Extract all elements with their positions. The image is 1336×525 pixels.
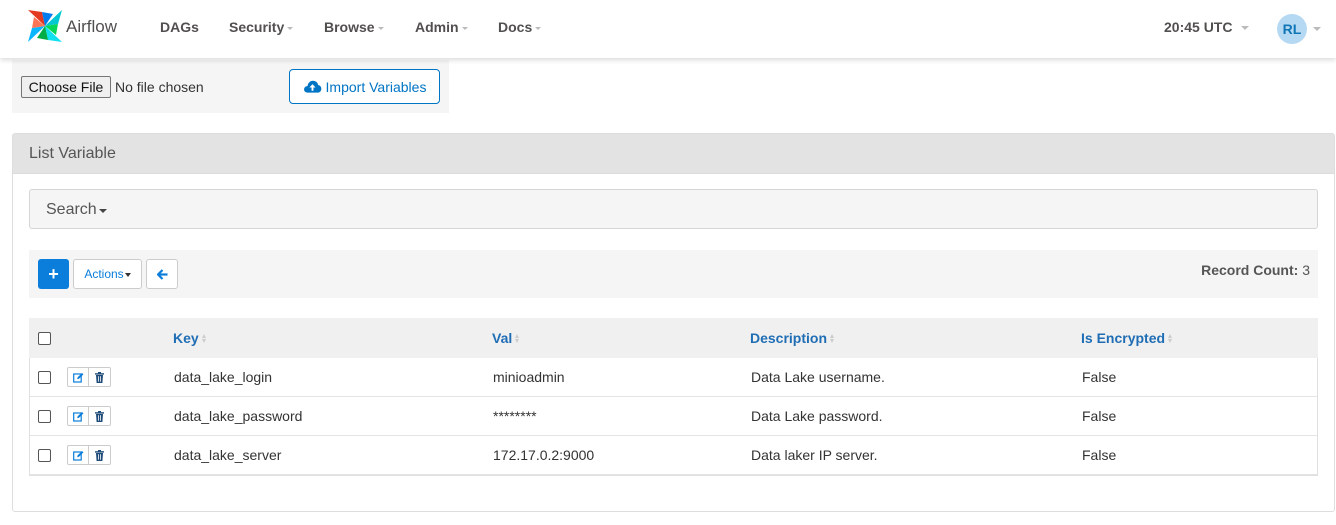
record-count: Record Count: 3 — [1201, 262, 1310, 278]
cell-val: 172.17.0.2:9000 — [493, 447, 595, 463]
search-panel: Search — [29, 189, 1318, 229]
table-header: Key Val Description Is Encrypted — [29, 318, 1318, 358]
variables-table: Key Val Description Is Encrypted data_la… — [29, 318, 1318, 476]
arrow-left-icon — [156, 268, 167, 280]
nav-admin[interactable]: Admin — [415, 19, 468, 35]
column-header-key[interactable]: Key — [173, 330, 206, 346]
cell-description: Data laker IP server. — [751, 447, 878, 463]
trash-icon — [95, 410, 104, 422]
cell-val: minioadmin — [493, 369, 565, 385]
cell-key: data_lake_password — [174, 408, 303, 424]
table-row: data_lake_server 172.17.0.2:9000 Data la… — [30, 436, 1317, 475]
edit-button[interactable] — [67, 367, 89, 387]
file-status-text: No file chosen — [115, 79, 204, 95]
delete-button[interactable] — [89, 367, 111, 387]
sort-icon — [1168, 333, 1173, 343]
list-toolbar: + Actions Record Count: 3 — [29, 250, 1318, 298]
sort-icon — [201, 333, 206, 343]
search-toggle[interactable]: Search — [46, 201, 107, 219]
avatar[interactable]: RL — [1277, 14, 1307, 44]
brand-name: Airflow — [66, 17, 118, 36]
row-checkbox[interactable] — [38, 409, 51, 423]
add-record-button[interactable]: + — [38, 259, 69, 289]
nav-dags[interactable]: DAGs — [160, 19, 199, 35]
edit-icon — [72, 372, 83, 383]
panel-heading: List Variable — [13, 134, 1334, 174]
list-variable-panel: List Variable Search + Actions Record Co… — [12, 133, 1335, 512]
page-title: List Variable — [29, 145, 116, 162]
column-header-description[interactable]: Description — [750, 330, 835, 346]
chevron-down-icon — [377, 26, 384, 30]
edit-button[interactable] — [67, 445, 89, 465]
nav-browse[interactable]: Browse — [324, 19, 384, 35]
cell-key: data_lake_login — [174, 369, 273, 385]
cell-is-encrypted: False — [1082, 447, 1117, 463]
cell-is-encrypted: False — [1082, 369, 1117, 385]
cell-is-encrypted: False — [1082, 408, 1117, 424]
column-header-is-encrypted[interactable]: Is Encrypted — [1081, 330, 1173, 346]
import-variables-form: Choose File No file chosen Import Variab… — [12, 60, 449, 113]
chevron-down-icon — [287, 26, 294, 30]
airflow-pinwheel-icon — [28, 10, 62, 42]
chevron-down-icon — [124, 273, 131, 277]
column-header-val[interactable]: Val — [492, 330, 520, 346]
trash-icon — [95, 371, 104, 383]
edit-button[interactable] — [67, 406, 89, 426]
table-row: data_lake_login minioadmin Data Lake use… — [30, 358, 1317, 397]
actions-dropdown[interactable]: Actions — [73, 259, 142, 289]
nav-docs[interactable]: Docs — [498, 19, 542, 35]
sort-icon — [830, 333, 835, 343]
back-button[interactable] — [146, 259, 178, 289]
nav-security[interactable]: Security — [229, 19, 294, 35]
cell-key: data_lake_server — [174, 447, 282, 463]
cloud-upload-icon — [303, 80, 321, 93]
choose-file-button[interactable]: Choose File — [21, 76, 111, 98]
select-all-checkbox[interactable] — [38, 331, 51, 345]
chevron-down-icon — [535, 26, 542, 30]
row-checkbox[interactable] — [38, 370, 51, 384]
delete-button[interactable] — [89, 406, 111, 426]
trash-icon — [95, 449, 104, 461]
chevron-down-icon — [98, 209, 107, 213]
edit-icon — [72, 411, 83, 422]
cell-val: ******** — [493, 408, 537, 424]
timezone-clock[interactable]: 20:45 UTC — [1164, 19, 1250, 35]
chevron-down-icon[interactable] — [1313, 27, 1321, 31]
sort-icon — [515, 333, 520, 343]
chevron-down-icon — [461, 26, 468, 30]
brand-logo[interactable]: Airflow — [26, 8, 117, 44]
import-variables-button[interactable]: Import Variables — [289, 69, 440, 104]
cell-description: Data Lake password. — [751, 408, 883, 424]
navbar: Airflow DAGs Security Browse Admin Docs … — [0, 0, 1336, 58]
cell-description: Data Lake username. — [751, 369, 885, 385]
table-body: data_lake_login minioadmin Data Lake use… — [29, 358, 1318, 476]
chevron-down-icon — [1241, 26, 1250, 30]
delete-button[interactable] — [89, 445, 111, 465]
plus-icon: + — [48, 263, 59, 284]
row-checkbox[interactable] — [38, 448, 51, 462]
edit-icon — [72, 450, 83, 461]
table-row: data_lake_password ******** Data Lake pa… — [30, 397, 1317, 436]
